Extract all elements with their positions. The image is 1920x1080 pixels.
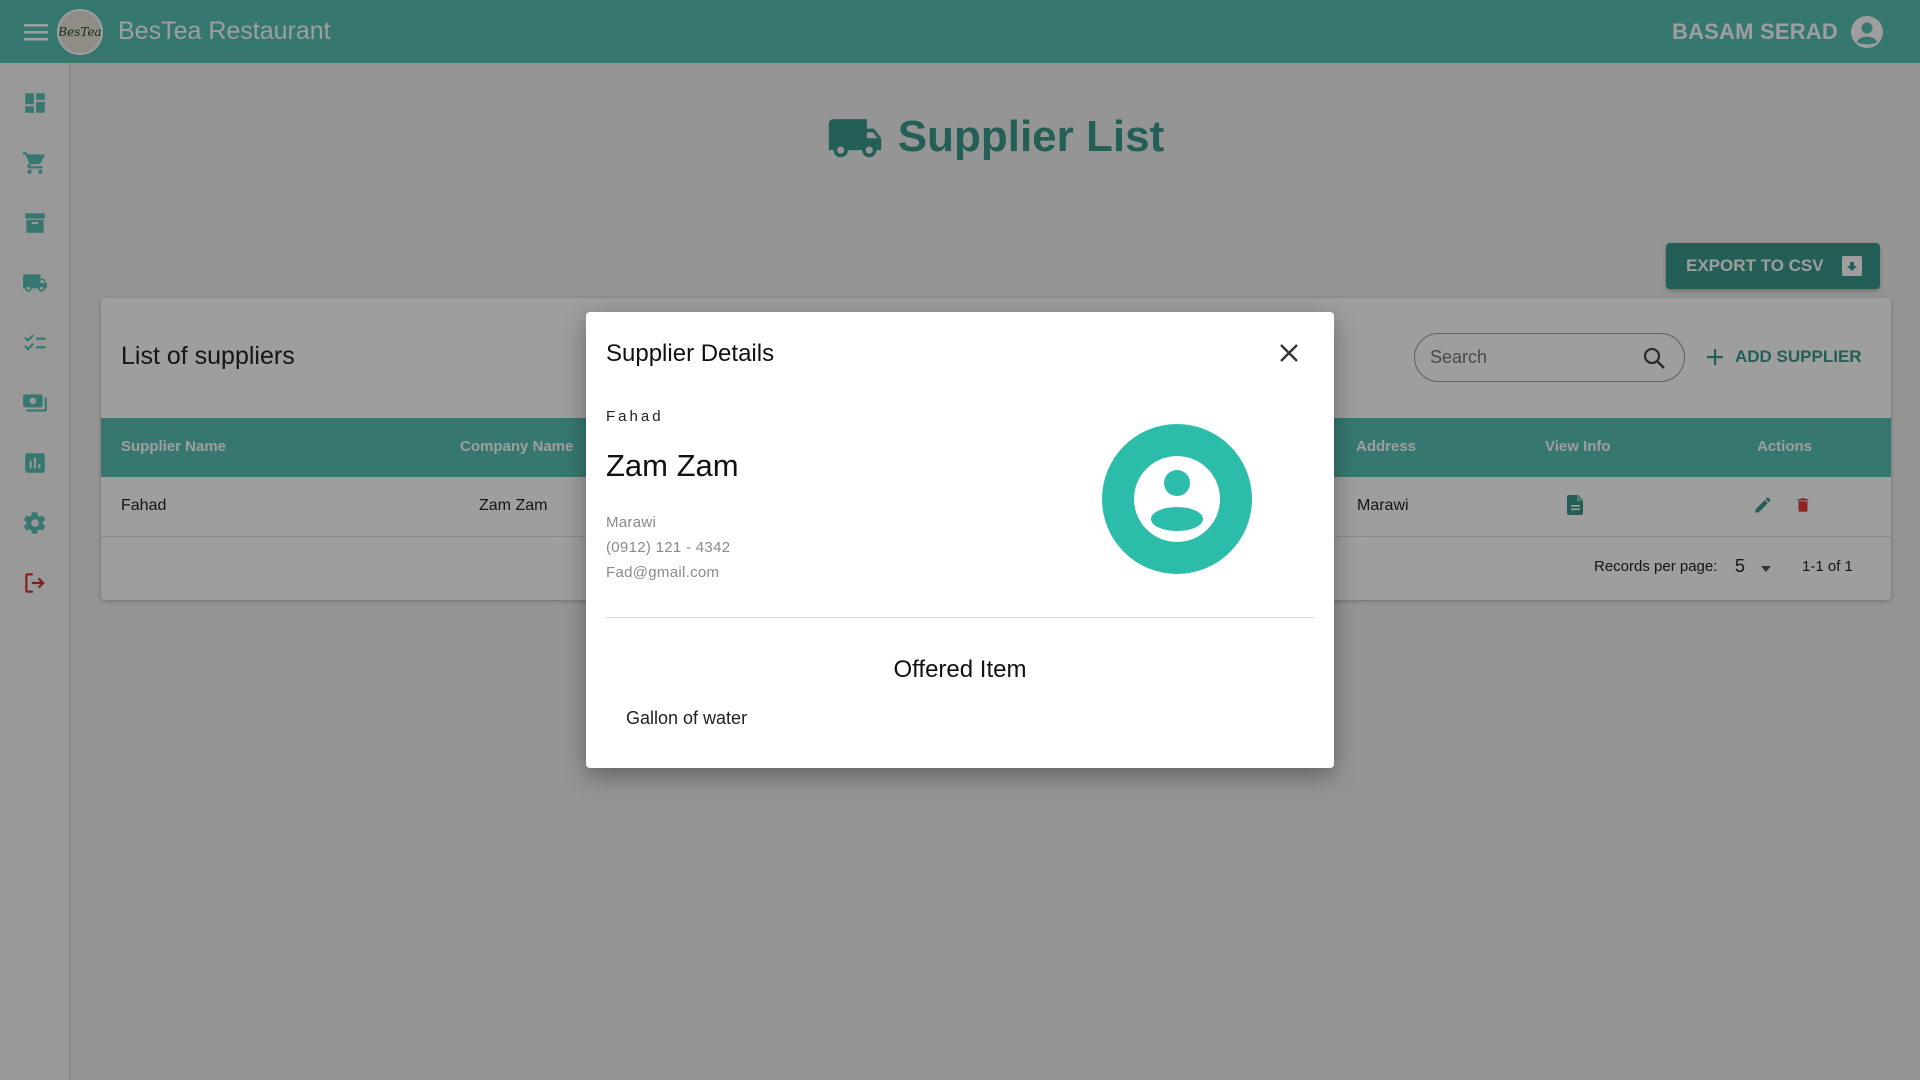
divider — [606, 617, 1314, 618]
account-circle-icon — [1102, 424, 1252, 574]
supplier-address: Marawi — [606, 514, 657, 531]
supplier-contact-name: Fahad — [606, 408, 664, 425]
close-icon — [1280, 344, 1298, 362]
supplier-phone: (0912) 121 - 4342 — [606, 539, 731, 556]
avatar — [1102, 424, 1252, 579]
offered-item: Gallon of water — [626, 708, 748, 728]
supplier-company: Zam Zam — [606, 448, 739, 483]
supplier-details-dialog: Supplier Details Fahad Zam Zam Marawi (0… — [586, 312, 1334, 768]
offered-item-heading: Offered Item — [893, 656, 1027, 683]
supplier-email: Fad@gmail.com — [606, 564, 720, 581]
dialog-title: Supplier Details — [606, 340, 775, 367]
close-button[interactable] — [1274, 338, 1304, 368]
